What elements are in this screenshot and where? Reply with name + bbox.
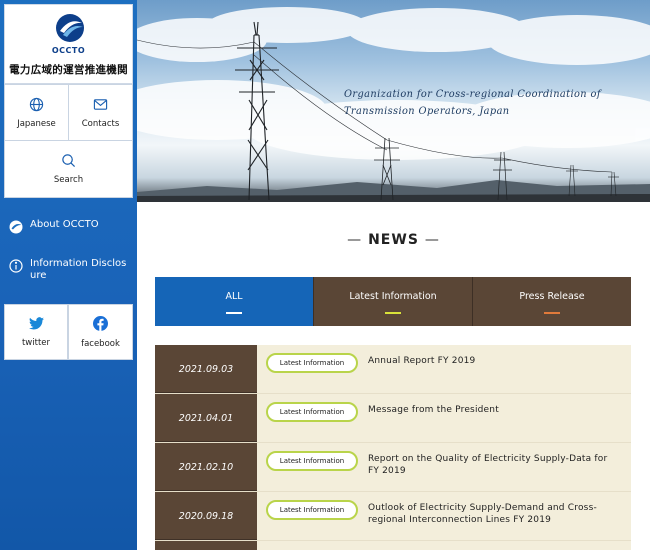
- envelope-icon: [93, 98, 108, 110]
- news-item[interactable]: 2021.09.03 Latest Information Annual Rep…: [155, 345, 631, 394]
- nav-about-label: About OCCTO: [30, 219, 99, 230]
- news-body-partial: [257, 541, 631, 550]
- facebook-label: facebook: [81, 338, 120, 349]
- occto-mark-icon: [9, 220, 23, 234]
- facebook-icon: [93, 315, 108, 331]
- news-heading: — NEWS —: [137, 232, 650, 248]
- news-date: 2020.09.18: [155, 492, 257, 540]
- sidebar: OCCTO 電力広域的運営推進機関 Japanese Contacts Sear…: [0, 0, 137, 550]
- news-body: Latest Information Annual Report FY 2019: [257, 345, 631, 393]
- logo-text-en: OCCTO: [51, 46, 86, 55]
- news-body: Latest Information Report on the Quality…: [257, 443, 631, 491]
- tab-press-label: Press Release: [519, 291, 585, 302]
- japanese-label: Japanese: [17, 118, 56, 129]
- category-badge[interactable]: Latest Information: [266, 353, 358, 373]
- tab-press-indicator: [544, 312, 560, 314]
- contacts-label: Contacts: [81, 118, 120, 129]
- facebook-button[interactable]: facebook: [68, 304, 133, 360]
- news-body: Latest Information Message from the Pres…: [257, 394, 631, 442]
- nav-information-disclosure[interactable]: Information Disclos ure: [9, 258, 130, 282]
- news-title[interactable]: Report on the Quality of Electricity Sup…: [368, 453, 618, 477]
- info-icon: [9, 259, 23, 273]
- category-badge[interactable]: Latest Information: [266, 451, 358, 471]
- news-body: Latest Information Outlook of Electricit…: [257, 492, 631, 540]
- social-links: twitter facebook: [4, 304, 133, 360]
- twitter-label: twitter: [21, 337, 51, 348]
- tab-press-release[interactable]: Press Release: [472, 277, 631, 326]
- heading-dash-right: —: [424, 232, 440, 248]
- utility-menu: Japanese Contacts Search: [4, 84, 133, 198]
- tab-latest-label: Latest Information: [349, 291, 437, 302]
- tab-all-label: ALL: [225, 291, 243, 302]
- news-list: 2021.09.03 Latest Information Annual Rep…: [155, 345, 631, 550]
- hero-tagline-line2: Transmission Operators, Japan: [344, 106, 510, 117]
- nav-disclosure-label: Information Disclos ure: [30, 258, 127, 281]
- search-button[interactable]: Search: [4, 140, 133, 198]
- contacts-button[interactable]: Contacts: [68, 84, 133, 141]
- tab-all-indicator: [226, 312, 242, 314]
- hero-tagline: Organization for Cross-regional Coordina…: [344, 86, 604, 120]
- news-item[interactable]: 2021.04.01 Latest Information Message fr…: [155, 394, 631, 443]
- category-badge[interactable]: Latest Information: [266, 402, 358, 422]
- news-date-partial: [155, 541, 257, 550]
- news-title[interactable]: Outlook of Electricity Supply-Demand and…: [368, 502, 618, 526]
- tab-all[interactable]: ALL: [155, 277, 313, 326]
- hero-image: Organization for Cross-regional Coordina…: [137, 0, 650, 202]
- news-item[interactable]: 2021.02.10 Latest Information Report on …: [155, 443, 631, 492]
- globe-icon: [29, 97, 44, 111]
- news-heading-text: NEWS: [368, 232, 419, 248]
- logo-text-jp: 電力広域的運営推進機関: [9, 64, 128, 76]
- news-title[interactable]: Message from the President: [368, 404, 618, 416]
- twitter-button[interactable]: twitter: [4, 304, 68, 360]
- nav-about-occto[interactable]: About OCCTO: [9, 219, 99, 234]
- heading-dash-left: —: [347, 232, 363, 248]
- news-date: 2021.02.10: [155, 443, 257, 491]
- logo[interactable]: OCCTO 電力広域的運営推進機関: [4, 4, 133, 84]
- japanese-button[interactable]: Japanese: [4, 84, 69, 141]
- news-tabs: ALL Latest Information Press Release: [155, 277, 631, 326]
- search-label: Search: [53, 175, 84, 185]
- news-title[interactable]: Annual Report FY 2019: [368, 355, 618, 367]
- search-icon: [62, 154, 76, 168]
- tab-latest-information[interactable]: Latest Information: [313, 277, 472, 326]
- news-item-partial: [155, 541, 631, 550]
- hero-tagline-line1: Organization for Cross-regional Coordina…: [344, 89, 601, 100]
- category-badge[interactable]: Latest Information: [266, 500, 358, 520]
- twitter-icon: [28, 316, 44, 329]
- occto-logo-icon: [56, 14, 84, 42]
- news-item[interactable]: 2020.09.18 Latest Information Outlook of…: [155, 492, 631, 541]
- news-date: 2021.04.01: [155, 394, 257, 442]
- tab-latest-indicator: [385, 312, 401, 314]
- news-date: 2021.09.03: [155, 345, 257, 393]
